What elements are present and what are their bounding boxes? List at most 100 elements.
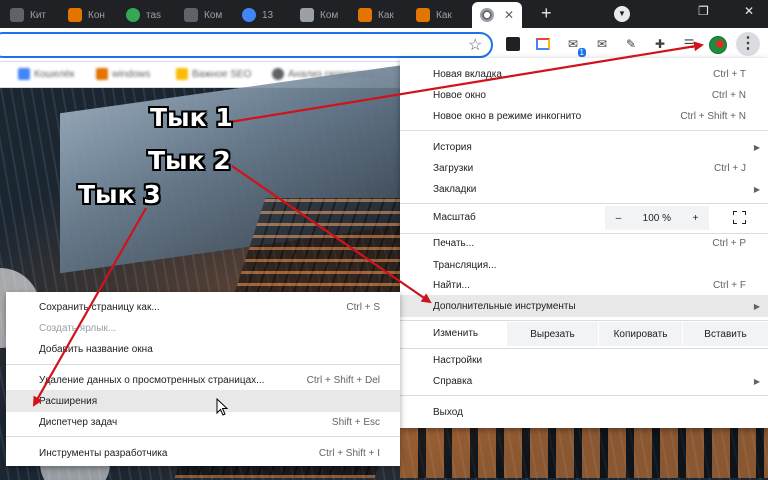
zoom-controls: – 100 % + <box>605 206 709 230</box>
restore-window-icon[interactable]: ❐ <box>698 4 709 18</box>
close-window-icon[interactable]: ✕ <box>744 4 754 18</box>
address-bar[interactable] <box>0 32 493 58</box>
submenu-item-name-window[interactable]: Добавить название окна <box>6 338 400 360</box>
mouse-cursor-icon <box>216 398 229 416</box>
tab-label: Как <box>436 9 452 21</box>
submenu-item-label: Диспетчер задач <box>39 416 118 428</box>
submenu-arrow-icon: ▶ <box>753 376 760 386</box>
menu-shortcut: Shift + Esc <box>331 416 380 428</box>
bookmark-label: Важное SEO <box>192 68 252 80</box>
close-tab-icon[interactable]: ✕ <box>504 8 514 22</box>
tab-label: Как <box>378 9 394 21</box>
cut-button[interactable]: Вырезать <box>506 322 598 346</box>
menu-shortcut: Ctrl + J <box>714 162 746 174</box>
edit-row: Изменить Вырезать Копировать Вставить <box>400 322 768 346</box>
mail-extension-icon[interactable]: ✉ 1 <box>565 36 586 57</box>
bookmark-star-icon[interactable]: ☆ <box>468 35 482 55</box>
menu-item-settings[interactable]: Настройки <box>400 349 768 371</box>
step3-label: Тык 3 <box>78 180 161 209</box>
menu-item-label: История <box>433 141 472 153</box>
envelope-icon[interactable]: ✉ <box>594 36 610 52</box>
submenu-item-extensions[interactable]: Расширения <box>6 390 400 412</box>
bookmark-item[interactable]: Важное SEO <box>176 68 251 80</box>
tab-label: Кон <box>88 9 105 21</box>
menu-item-print[interactable]: Печать... Ctrl + P <box>400 232 768 254</box>
menu-item-label: Дополнительные инструменты <box>433 300 576 312</box>
zoom-out-button[interactable]: – <box>616 213 622 224</box>
tab-favicon-icon <box>416 8 430 22</box>
cut-label: Вырезать <box>530 328 575 340</box>
bookmark-favicon-icon <box>96 68 108 80</box>
submenu-item-task-manager[interactable]: Диспетчер задач Shift + Esc <box>6 411 400 433</box>
menu-item-history[interactable]: История ▶ <box>400 136 768 158</box>
zoom-in-button[interactable]: + <box>692 213 698 224</box>
menu-item-downloads[interactable]: Загрузки Ctrl + J <box>400 157 768 179</box>
tab[interactable]: Кон <box>62 4 112 26</box>
menu-item-help[interactable]: Справка ▶ <box>400 370 768 392</box>
submenu-item-dev-tools[interactable]: Инструменты разработчика Ctrl + Shift + I <box>6 442 400 464</box>
tab-favicon-icon <box>300 8 314 22</box>
fullscreen-icon[interactable] <box>733 211 746 224</box>
paste-button[interactable]: Вставить <box>682 322 768 346</box>
tab[interactable]: таs <box>120 4 170 26</box>
menu-item-more-tools[interactable]: Дополнительные инструменты ▶ <box>400 295 768 317</box>
menu-item-find[interactable]: Найти... Ctrl + F <box>400 274 768 296</box>
submenu-item-clear-data[interactable]: Удаление данных о просмотренных страница… <box>6 369 400 391</box>
bookmark-item[interactable]: windows <box>96 68 150 80</box>
menu-shortcut: Ctrl + F <box>712 279 746 291</box>
menu-item-label: Закладки <box>433 183 477 195</box>
submenu-item-save-page[interactable]: Сохранить страницу как... Ctrl + S <box>6 296 400 318</box>
profile-avatar[interactable] <box>709 36 727 54</box>
bookmark-item[interactable]: Кошелёк <box>18 68 74 80</box>
more-tools-submenu: Сохранить страницу как... Ctrl + S Создат… <box>6 292 400 466</box>
tab[interactable]: 13 <box>236 4 286 26</box>
zoom-label: Масштаб <box>433 212 476 223</box>
bookmark-label: Кошелёк <box>34 68 75 80</box>
submenu-item-label: Расширения <box>39 395 98 407</box>
step1-label: Тык 1 <box>150 103 233 132</box>
chrome-icon <box>480 8 494 22</box>
menu-shortcut: Ctrl + Shift + N <box>680 110 746 122</box>
menu-item-new-window[interactable]: Новое окно Ctrl + N <box>400 84 768 106</box>
copy-label: Копировать <box>613 328 668 340</box>
menu-item-exit[interactable]: Выход <box>400 401 768 423</box>
tab-favicon-icon <box>10 8 24 22</box>
menu-item-cast[interactable]: Трансляция... <box>400 254 768 276</box>
menu-divider <box>6 436 400 437</box>
menu-item-label: Настройки <box>433 354 483 366</box>
extension-icon[interactable] <box>535 36 551 52</box>
submenu-item-label: Добавить название окна <box>39 343 153 355</box>
menu-divider <box>400 320 768 321</box>
menu-item-bookmarks[interactable]: Закладки ▶ <box>400 178 768 200</box>
copy-button[interactable]: Копировать <box>598 322 682 346</box>
step2-label: Тык 2 <box>148 146 231 175</box>
submenu-item-create-shortcut: Создать ярлык... <box>6 317 400 339</box>
menu-item-new-tab[interactable]: Новая вкладка Ctrl + T <box>400 63 768 85</box>
puzzle-icon[interactable]: ✚ <box>652 36 668 52</box>
reading-list-icon[interactable]: ☰ <box>681 36 697 52</box>
tab[interactable]: Как <box>352 4 402 26</box>
pen-icon[interactable]: ✎ <box>623 36 639 52</box>
zoom-row: Масштаб – 100 % + <box>400 204 768 232</box>
tab[interactable]: Как <box>410 4 460 26</box>
tab[interactable]: Ком <box>294 4 344 26</box>
chrome-menu-button[interactable]: ⋮ <box>736 32 760 56</box>
zoom-value: 100 % <box>642 212 672 224</box>
menu-shortcut: Ctrl + P <box>712 237 746 249</box>
tab-active[interactable]: ✕ <box>472 2 523 28</box>
bookmark-favicon-icon <box>18 68 30 80</box>
menu-divider <box>400 395 768 396</box>
edit-label: Изменить <box>433 328 479 339</box>
tab[interactable]: Кит <box>4 4 54 26</box>
new-tab-button[interactable]: + <box>541 4 552 22</box>
menu-item-label: Трансляция... <box>433 259 497 271</box>
menu-item-incognito[interactable]: Новое окно в режиме инкогнито Ctrl + Shif… <box>400 105 768 127</box>
menu-divider <box>6 364 400 365</box>
extension-icon[interactable] <box>505 36 521 52</box>
submenu-item-label: Сохранить страницу как... <box>39 301 160 313</box>
tab[interactable]: Ком <box>178 4 228 26</box>
tab-favicon-icon <box>126 8 140 22</box>
tab-search-icon[interactable]: ▼ <box>614 6 630 22</box>
chrome-main-menu: Новая вкладка Ctrl + T Новое окно Ctrl + N… <box>400 58 768 428</box>
menu-item-label: Справка <box>433 375 473 387</box>
